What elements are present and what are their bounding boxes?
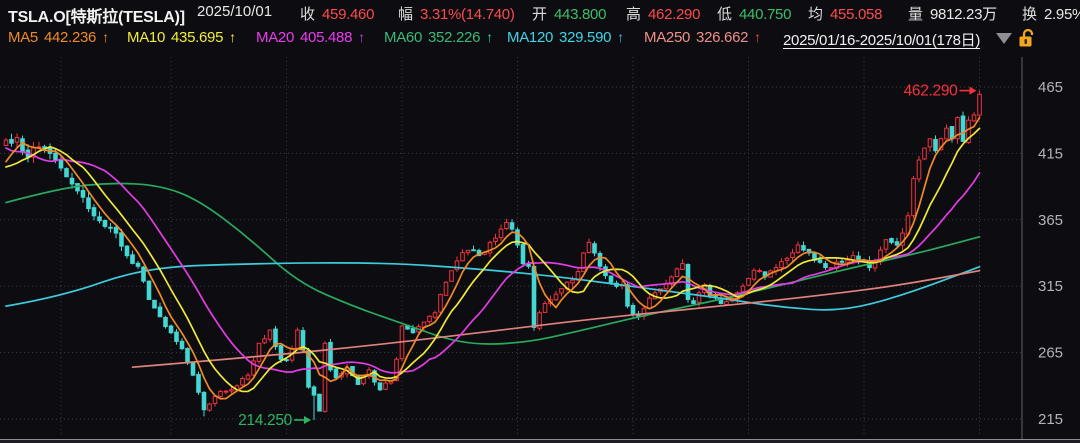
svg-text:214.250: 214.250 (238, 412, 293, 429)
svg-text:462.290: 462.290 (904, 83, 959, 100)
stock-chart-window: TSLA.O[特斯拉(TESLA)] 2025/10/01 收 459.460 … (0, 0, 1080, 443)
ma-lines (6, 118, 980, 399)
grid-lines (0, 57, 1022, 437)
price-annotations: 462.290 214.250 (238, 83, 976, 429)
candlestick-chart[interactable]: 462.290 214.250 465 415 365 315 265 215 (0, 0, 1080, 443)
price-axis: 465 415 365 315 265 215 (1022, 57, 1063, 441)
svg-text:215: 215 (1038, 411, 1063, 428)
pane-divider[interactable] (0, 439, 1080, 443)
svg-text:365: 365 (1038, 212, 1063, 229)
svg-text:415: 415 (1038, 145, 1063, 162)
svg-text:265: 265 (1038, 345, 1063, 362)
svg-text:315: 315 (1038, 278, 1063, 295)
svg-text:465: 465 (1038, 79, 1063, 96)
